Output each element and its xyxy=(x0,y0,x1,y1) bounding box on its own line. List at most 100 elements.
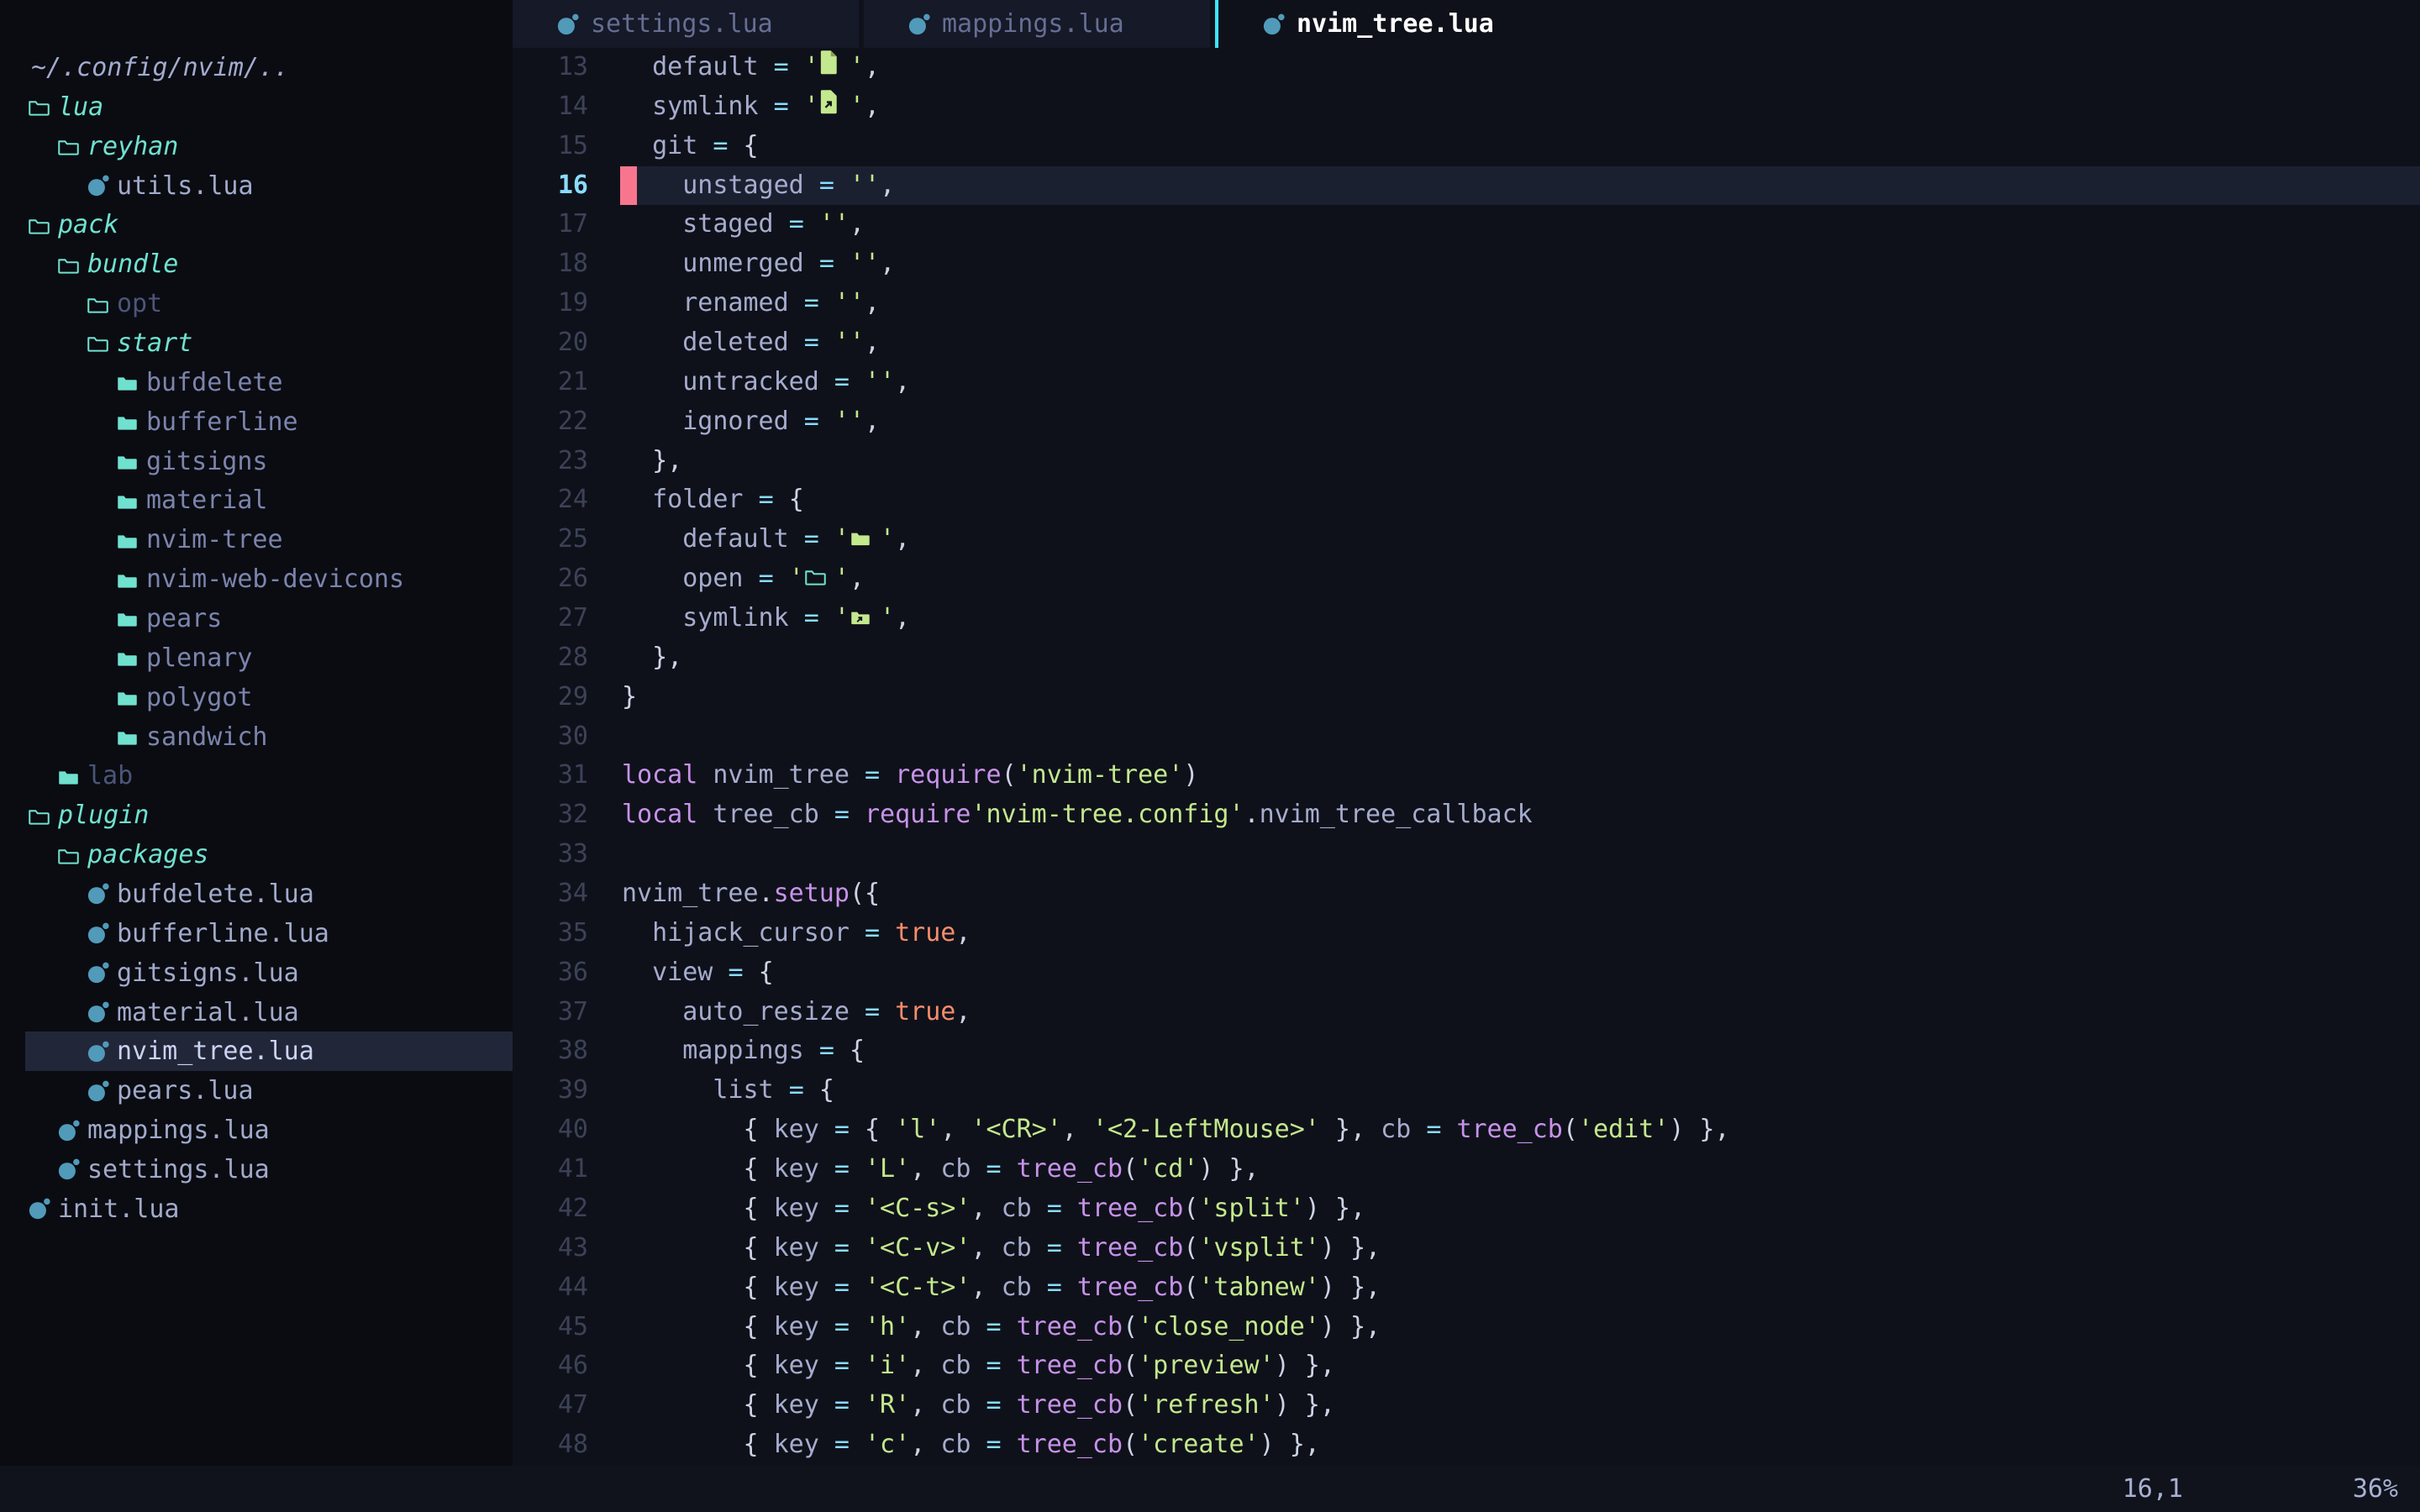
tree-item[interactable]: mappings.lua xyxy=(0,1110,513,1150)
tree-item[interactable]: utils.lua xyxy=(0,166,513,206)
code-line[interactable]: 46 { key = 'i', cb = tree_cb('preview') … xyxy=(513,1347,2420,1386)
code-token: ) }, xyxy=(1320,1273,1381,1302)
code-line[interactable]: 38 mappings = { xyxy=(513,1032,2420,1071)
code-line[interactable]: 20 deleted = '', xyxy=(513,323,2420,363)
tree-item[interactable]: packages xyxy=(0,835,513,874)
code-line[interactable]: 35 hijack_cursor = true, xyxy=(513,914,2420,953)
tree-item[interactable]: pears xyxy=(0,599,513,638)
code-line[interactable]: 34nvim_tree.setup({ xyxy=(513,874,2420,914)
code-token: key xyxy=(774,1312,834,1341)
tree-item[interactable]: start xyxy=(0,323,513,363)
code-line[interactable]: 36 view = { xyxy=(513,953,2420,993)
lua-file-icon xyxy=(556,13,581,36)
tree-item[interactable]: gitsigns.lua xyxy=(0,953,513,993)
code-line[interactable]: 43 { key = '<C-v>', cb = tree_cb('vsplit… xyxy=(513,1229,2420,1268)
tree-item[interactable]: plenary xyxy=(0,638,513,678)
tree-item[interactable]: nvim_tree.lua xyxy=(0,1032,513,1071)
code-token: = xyxy=(834,1351,865,1380)
code-line[interactable]: 23 }, xyxy=(513,442,2420,481)
code-token: = xyxy=(834,1430,865,1459)
code-line[interactable]: 19 renamed = '', xyxy=(513,284,2420,323)
code-line[interactable]: 26 open = '', xyxy=(513,559,2420,599)
tree-item[interactable]: plugin xyxy=(0,795,513,835)
tree-item[interactable]: pack xyxy=(0,205,513,244)
code-text: { key = 'i', cb = tree_cb('preview') }, xyxy=(622,1347,1335,1386)
tree-item[interactable]: sandwich xyxy=(0,717,513,757)
code-line[interactable]: 48 { key = 'c', cb = tree_cb('create') }… xyxy=(513,1425,2420,1465)
tree-item[interactable]: pears.lua xyxy=(0,1071,513,1110)
code-token xyxy=(622,485,652,514)
tree-item[interactable]: material.lua xyxy=(0,993,513,1032)
folder-icon xyxy=(850,528,874,547)
code-token xyxy=(622,918,652,948)
code-token: } xyxy=(622,682,637,711)
code-editor[interactable]: 13 default = '',14 symlink = '',15 git =… xyxy=(513,48,2420,1465)
code-line[interactable]: 15 git = { xyxy=(513,127,2420,166)
code-line[interactable]: 13 default = '', xyxy=(513,48,2420,87)
tree-item[interactable]: reyhan xyxy=(0,127,513,166)
code-line[interactable]: 37 auto_resize = true, xyxy=(513,993,2420,1032)
folder-open-icon xyxy=(57,255,82,275)
code-line[interactable]: 33 xyxy=(513,835,2420,874)
code-line[interactable]: 40 { key = { 'l', '<CR>', '<2-LeftMouse>… xyxy=(513,1110,2420,1150)
code-text: mappings = { xyxy=(622,1032,865,1071)
code-line[interactable]: 21 untracked = '', xyxy=(513,363,2420,402)
tree-item[interactable]: polygot xyxy=(0,678,513,717)
code-line[interactable]: 17 staged = '', xyxy=(513,205,2420,244)
code-token: , xyxy=(910,1154,940,1184)
tree-item[interactable]: lab xyxy=(0,756,513,795)
code-line[interactable]: 30 xyxy=(513,717,2420,757)
code-line[interactable]: 41 { key = 'L', cb = tree_cb('cd') }, xyxy=(513,1150,2420,1189)
code-line[interactable]: 45 { key = 'h', cb = tree_cb('close_node… xyxy=(513,1308,2420,1347)
code-line[interactable]: 44 { key = '<C-t>', cb = tree_cb('tabnew… xyxy=(513,1268,2420,1308)
code-text: open = '', xyxy=(622,559,865,599)
tree-item[interactable]: bufdelete xyxy=(0,363,513,402)
code-line[interactable]: 14 symlink = '', xyxy=(513,87,2420,127)
tree-item[interactable]: nvim-tree xyxy=(0,520,513,559)
code-line[interactable]: 32local tree_cb = require'nvim-tree.conf… xyxy=(513,795,2420,835)
tab-mappings-lua[interactable]: mappings.lua xyxy=(864,0,1210,48)
code-line[interactable]: 24 folder = { xyxy=(513,480,2420,520)
code-token xyxy=(622,446,652,475)
code-line[interactable]: 25 default = '', xyxy=(513,520,2420,559)
tree-item[interactable]: settings.lua xyxy=(0,1150,513,1189)
code-token: = xyxy=(804,288,834,318)
code-line[interactable]: 28 }, xyxy=(513,638,2420,678)
tree-item[interactable]: bundle xyxy=(0,244,513,284)
code-token: key xyxy=(774,1154,834,1184)
tree-item[interactable]: bufferline.lua xyxy=(0,914,513,953)
tab-settings-lua[interactable]: settings.lua xyxy=(513,0,859,48)
tree-item[interactable]: gitsigns xyxy=(0,442,513,481)
code-text: ignored = '', xyxy=(622,402,880,442)
tree-item[interactable]: bufferline xyxy=(0,402,513,442)
code-token: key xyxy=(774,1115,834,1144)
code-line[interactable]: 27 symlink = '', xyxy=(513,599,2420,638)
code-token: , xyxy=(880,171,895,200)
tree-item[interactable]: lua xyxy=(0,87,513,127)
code-token: = xyxy=(834,1273,865,1302)
code-line[interactable]: 22 ignored = '', xyxy=(513,402,2420,442)
tree-item[interactable]: material xyxy=(0,480,513,520)
code-line[interactable]: 16 unstaged = '', xyxy=(513,166,2420,206)
code-line[interactable]: 31local nvim_tree = require('nvim-tree') xyxy=(513,756,2420,795)
code-token xyxy=(622,1115,744,1144)
code-token xyxy=(622,603,682,633)
code-line[interactable]: 47 { key = 'R', cb = tree_cb('refresh') … xyxy=(513,1386,2420,1425)
code-token: { xyxy=(789,485,804,514)
tab-nvim-tree-lua[interactable]: nvim_tree.lua xyxy=(1218,0,1565,48)
code-line[interactable]: 39 list = { xyxy=(513,1071,2420,1110)
tree-item[interactable]: init.lua xyxy=(0,1189,513,1229)
code-token: = xyxy=(1047,1273,1077,1302)
code-line[interactable]: 18 unmerged = '', xyxy=(513,244,2420,284)
code-token: ( xyxy=(1183,1233,1198,1263)
code-text: default = '', xyxy=(622,48,880,87)
line-number: 30 xyxy=(513,717,588,757)
code-line[interactable]: 42 { key = '<C-s>', cb = tree_cb('split'… xyxy=(513,1189,2420,1229)
tree-item[interactable]: opt xyxy=(0,284,513,323)
code-line[interactable]: 29} xyxy=(513,678,2420,717)
tree-item[interactable]: ~/.config/nvim/.. xyxy=(0,48,513,87)
code-token: , xyxy=(910,1312,940,1341)
tree-item[interactable]: nvim-web-devicons xyxy=(0,559,513,599)
tree-item[interactable]: bufdelete.lua xyxy=(0,874,513,914)
line-number: 21 xyxy=(513,363,588,402)
